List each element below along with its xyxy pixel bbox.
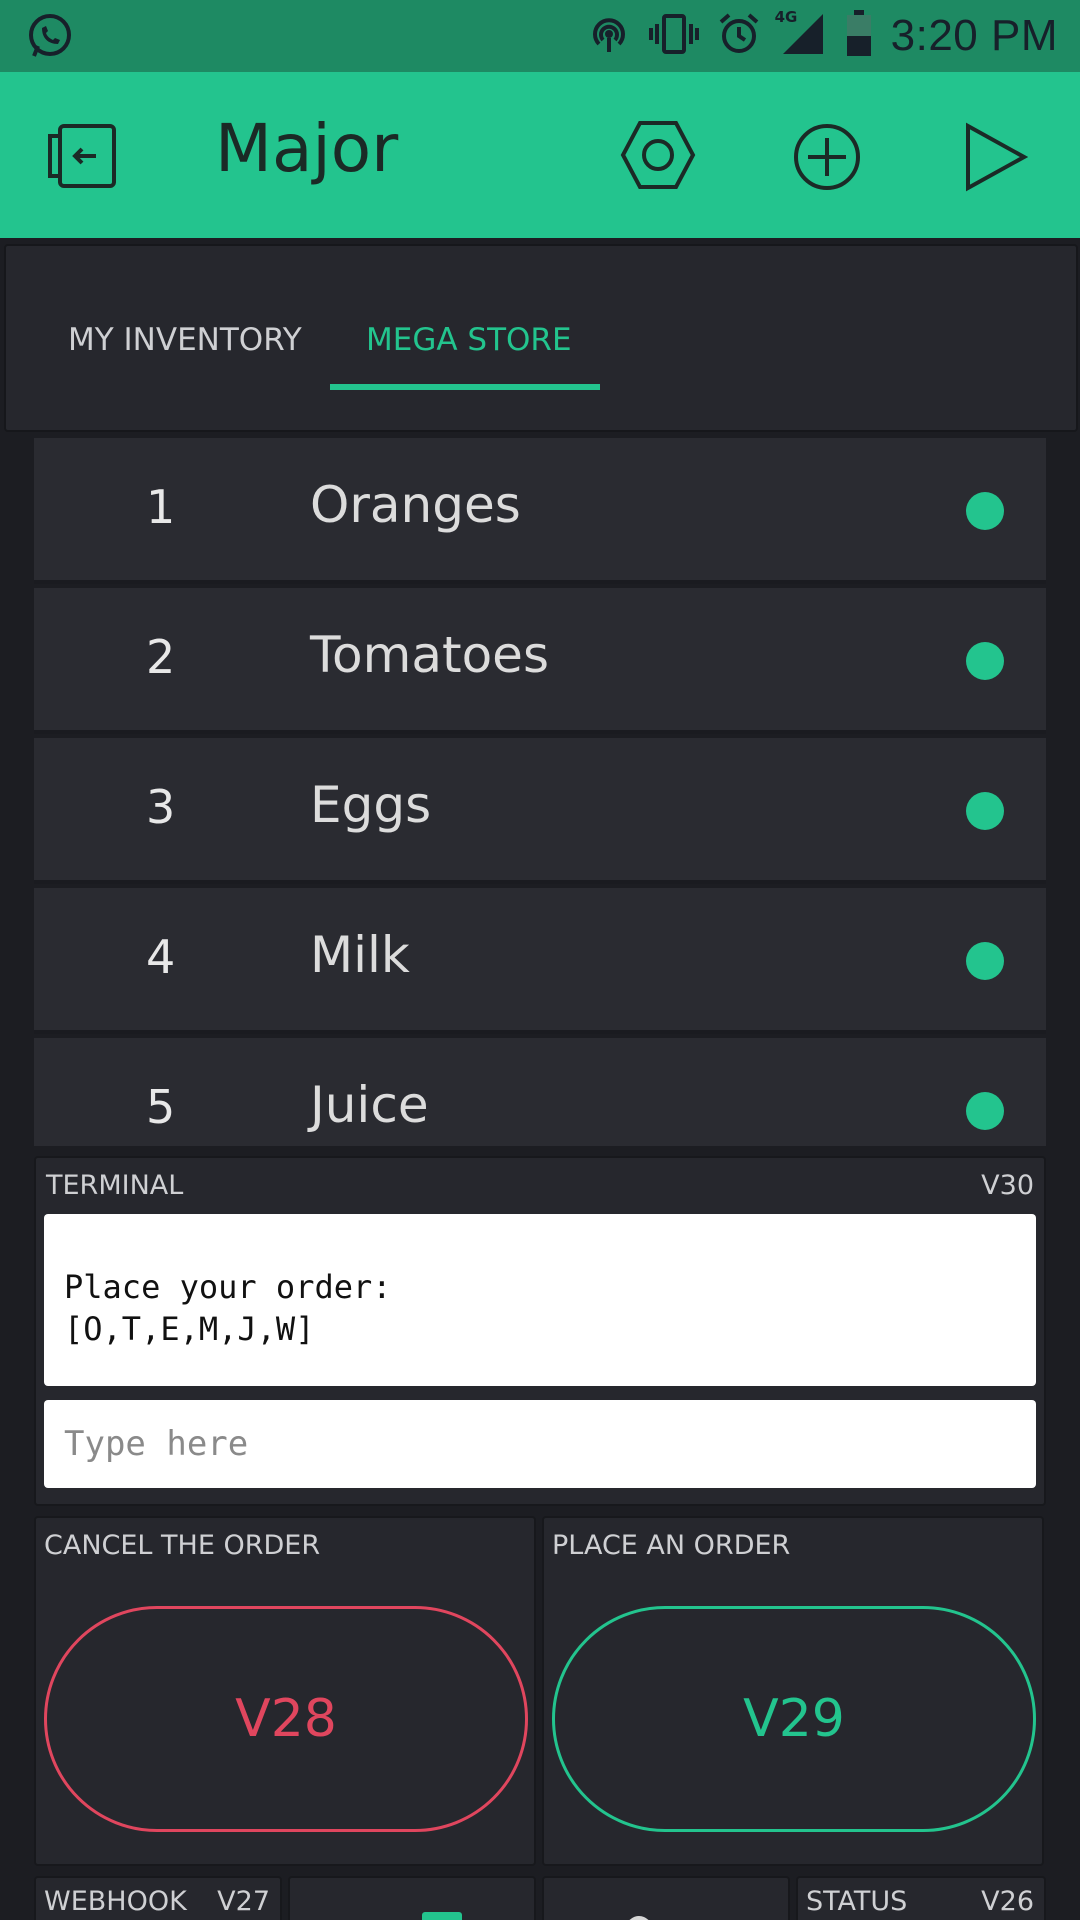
webhook-widget[interactable]: WEBHOOK V27 [34,1876,282,1920]
led-widget[interactable] [288,1876,536,1920]
terminal-label: TERMINAL [46,1170,184,1201]
row-name: Juice [310,1076,429,1134]
status-dot [966,792,1004,830]
terminal-pin: V30 [981,1170,1034,1201]
status-dot [966,942,1004,980]
row-number: 5 [146,1080,176,1134]
row-number: 2 [146,630,176,684]
signal-icon: 4G [775,8,827,62]
status-widget[interactable]: STATUS V26 [796,1876,1046,1920]
place-order-button[interactable]: V29 [552,1606,1036,1832]
tab-mega-store[interactable]: MEGA STORE [366,322,572,358]
webhook-pin: V27 [217,1886,270,1917]
status-pin: V26 [981,1886,1034,1917]
tab-my-inventory[interactable]: MY INVENTORY [68,322,302,358]
row-name: Oranges [310,476,521,534]
status-dot [966,642,1004,680]
vibrate-icon [648,12,699,60]
play-icon[interactable] [962,122,1029,196]
active-tab-indicator [330,384,600,390]
project-title: Major [215,110,399,187]
status-label: STATUS [806,1886,908,1917]
network-type-label: 4G [774,8,798,26]
round-led-icon [626,1916,652,1920]
place-order-widget: PLACE AN ORDER V29 [542,1516,1044,1866]
terminal-widget: TERMINAL V30 Place your order: [O,T,E,M,… [34,1156,1046,1506]
table-row[interactable]: 1 Oranges [34,438,1046,584]
table-row[interactable]: 5 Juice [34,1038,1046,1146]
hotspot-icon [587,12,631,60]
row-name: Tomatoes [310,626,549,684]
row-number: 3 [146,780,176,834]
tabs-panel: MY INVENTORY MEGA STORE [4,244,1078,432]
indicator-widget[interactable] [542,1876,790,1920]
webhook-label: WEBHOOK [44,1886,187,1917]
row-number: 4 [146,930,176,984]
status-dot [966,1092,1004,1130]
terminal-input[interactable] [44,1400,1036,1488]
row-name: Milk [310,926,410,984]
row-number: 1 [146,480,176,534]
alarm-icon [717,12,761,60]
table-row[interactable]: 3 Eggs [34,738,1046,884]
clock: 3:20 PM [890,11,1058,60]
table-row[interactable]: 4 Milk [34,888,1046,1034]
square-led-icon [422,1912,462,1920]
place-order-label: PLACE AN ORDER [552,1530,791,1561]
status-dot [966,492,1004,530]
status-bar: 4G 3:20 PM [0,0,1080,72]
battery-icon [845,10,873,62]
whatsapp-icon [26,12,74,64]
inventory-table[interactable]: 1 Oranges 2 Tomatoes 3 Eggs 4 Milk 5 Jui… [34,438,1046,1146]
terminal-output: Place your order: [O,T,E,M,J,W] [44,1214,1036,1386]
exit-icon[interactable] [46,122,118,194]
row-name: Eggs [310,776,432,834]
app-bar: Major [0,72,1080,238]
table-row[interactable]: 2 Tomatoes [34,588,1046,734]
cancel-order-label: CANCEL THE ORDER [44,1530,321,1561]
cancel-order-button[interactable]: V28 [44,1606,528,1832]
add-circle-icon[interactable] [792,122,862,196]
settings-hexagon-icon[interactable] [620,120,696,194]
cancel-order-widget: CANCEL THE ORDER V28 [34,1516,536,1866]
